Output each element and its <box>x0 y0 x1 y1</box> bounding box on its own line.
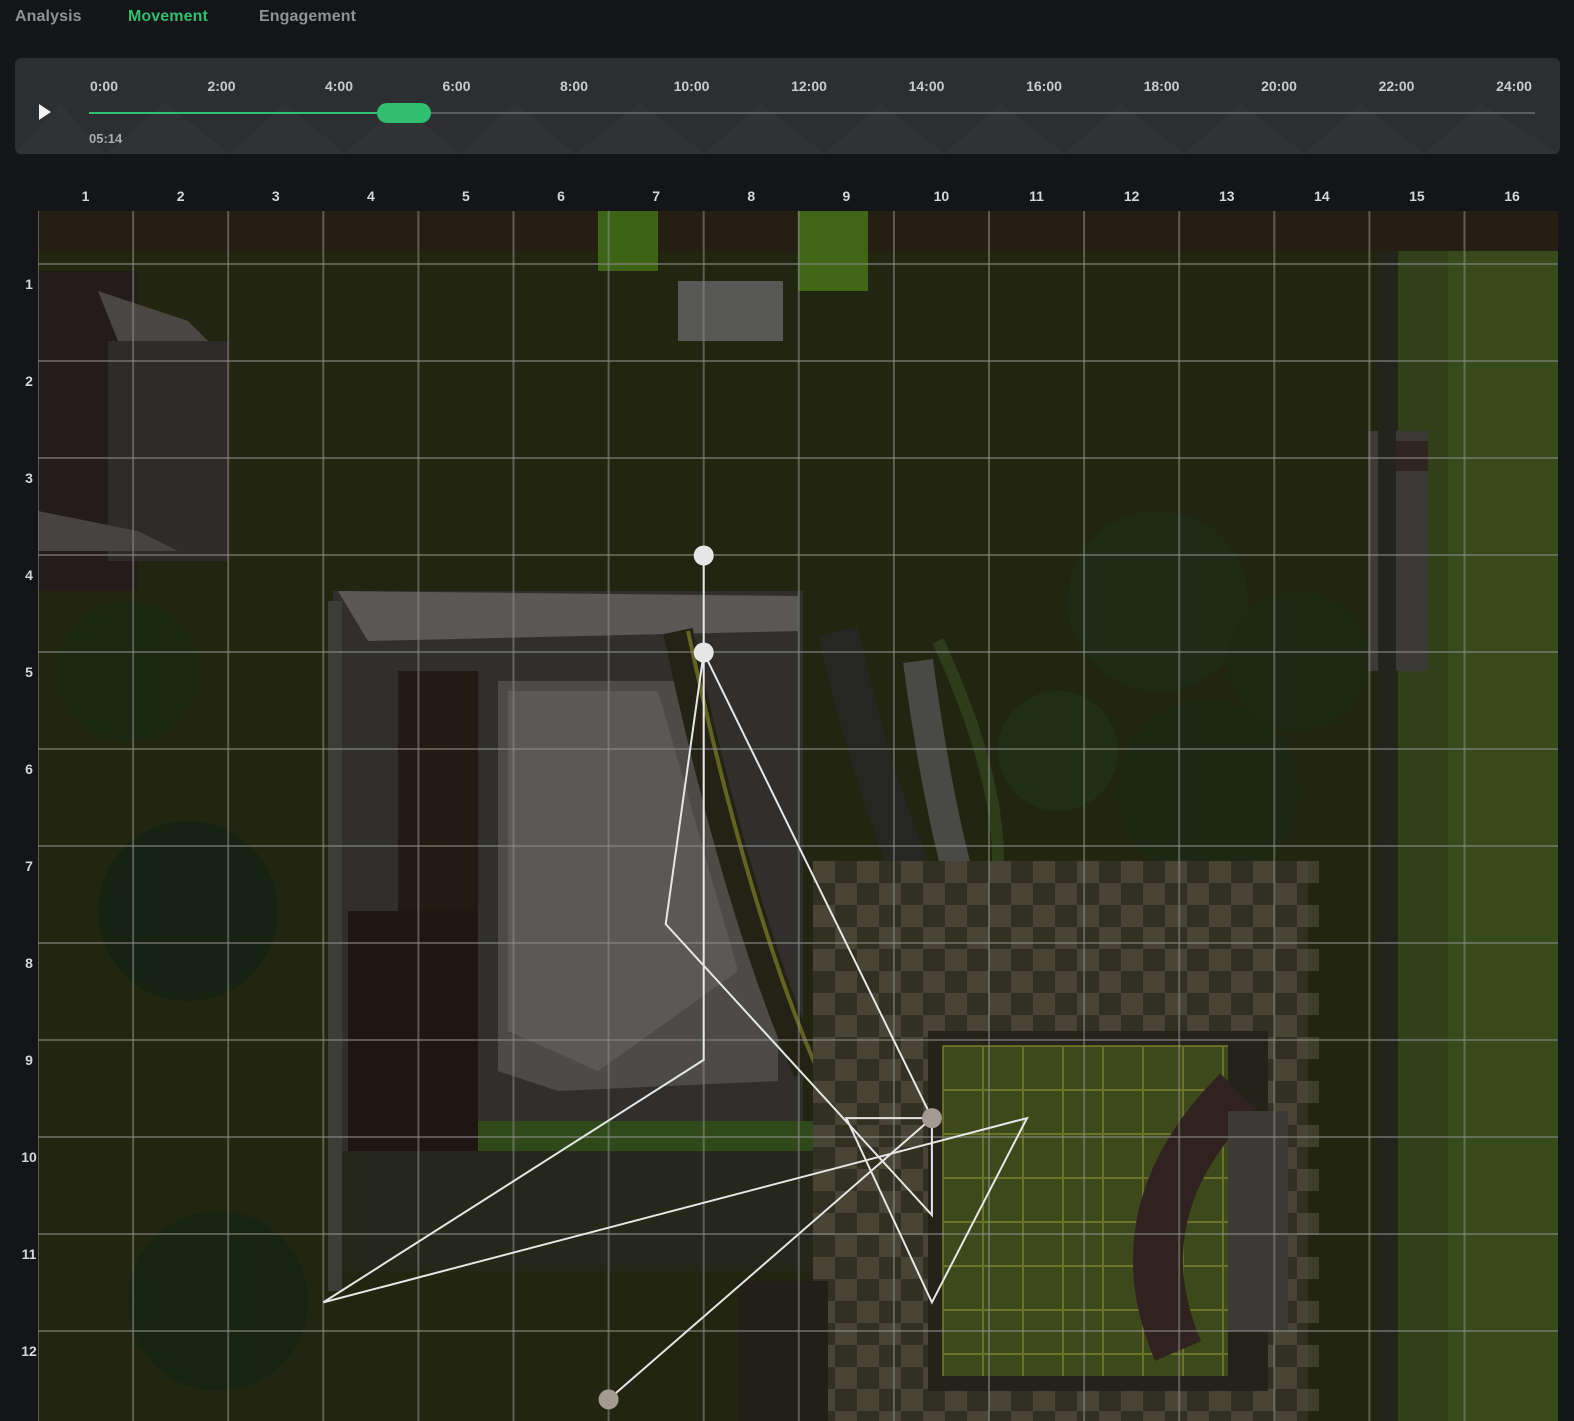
timeline-tick-label: 14:00 <box>908 78 945 94</box>
path-waypoint-marker[interactable] <box>598 1389 619 1410</box>
path-waypoint-marker[interactable] <box>693 545 714 566</box>
grid-row-label: 10 <box>21 1148 37 1165</box>
map-canvas[interactable] <box>38 211 1558 1421</box>
timeline-scrubber[interactable] <box>377 103 432 123</box>
tab-analysis[interactable]: Analysis <box>15 8 82 26</box>
movement-path-layer <box>322 545 1029 1410</box>
grid-column-label: 10 <box>933 188 950 204</box>
grid-column-label: 2 <box>176 188 185 204</box>
movement-map-area: 1 2 3 4 5 6 7 8 9 10 11 12 13 14 15 16 1 2 3 4 5 6 7 8 9 10 11 12 <box>0 170 1574 1421</box>
grid-column-label: 3 <box>271 188 280 204</box>
grid-row-label: 3 <box>25 469 33 486</box>
timeline-panel: 0:00 2:00 4:00 6:00 8:00 10:00 12:00 14:00 16:00… <box>15 58 1560 154</box>
path-waypoint-marker[interactable] <box>921 1108 942 1129</box>
grid-row-label: 4 <box>25 566 33 583</box>
current-time: 05:14 <box>89 131 123 146</box>
grid-row-label: 9 <box>25 1051 33 1068</box>
timeline-tick-label: 18:00 <box>1143 78 1180 94</box>
timeline-tick-label: 22:00 <box>1378 78 1415 94</box>
timeline-tick-label: 0:00 <box>89 78 119 94</box>
grid-row-label: 6 <box>25 760 33 777</box>
timeline-progress <box>89 112 405 114</box>
grid-column-label: 9 <box>842 188 851 204</box>
grid-column-label: 11 <box>1029 188 1044 204</box>
play-icon[interactable] <box>37 102 53 122</box>
grid-column-label: 1 <box>81 188 90 204</box>
timeline-tick-label: 12:00 <box>791 78 827 94</box>
grid-row-label: 2 <box>25 372 33 389</box>
grid-column-label: 5 <box>462 188 470 204</box>
timeline-tick-label: 8:00 <box>559 78 589 94</box>
grid-column-label: 6 <box>557 188 565 204</box>
grid-row-label: 1 <box>25 275 33 292</box>
grid-row-label: 5 <box>25 663 33 680</box>
grid-column-label: 14 <box>1314 188 1330 204</box>
grid-column-label: 15 <box>1409 188 1425 204</box>
timeline-tick-label: 10:00 <box>673 78 710 94</box>
timeline-background-pattern <box>15 103 1560 154</box>
grid-row-label: 8 <box>25 954 33 971</box>
view-tabs: Analysis Movement Engagement <box>0 0 1574 40</box>
grid-column-label: 12 <box>1123 188 1140 204</box>
path-waypoint-marker[interactable] <box>693 642 714 663</box>
grid-row-label: 7 <box>25 857 33 874</box>
grid-row-label: 11 <box>21 1245 37 1262</box>
grid-column-label: 16 <box>1504 188 1520 204</box>
timeline-tick-label: 24:00 <box>1496 78 1532 94</box>
grid-column-label: 7 <box>652 188 661 204</box>
grid-column-label: 13 <box>1218 188 1235 204</box>
grid-column-label: 4 <box>366 188 375 204</box>
timeline-tick-label: 6:00 <box>442 78 471 94</box>
timeline-tick-label: 4:00 <box>324 78 354 94</box>
timeline-tick-label: 2:00 <box>207 78 236 94</box>
grid-column-label: 8 <box>747 188 756 204</box>
tab-movement[interactable]: Movement <box>128 8 208 26</box>
grid-row-label: 12 <box>21 1342 37 1359</box>
tab-engagement[interactable]: Engagement <box>259 8 356 26</box>
movement-path-line <box>322 555 1029 1401</box>
timeline-track[interactable] <box>89 103 1535 123</box>
timeline-tick-label: 20:00 <box>1261 78 1297 94</box>
timeline-tick-label: 16:00 <box>1026 78 1062 94</box>
